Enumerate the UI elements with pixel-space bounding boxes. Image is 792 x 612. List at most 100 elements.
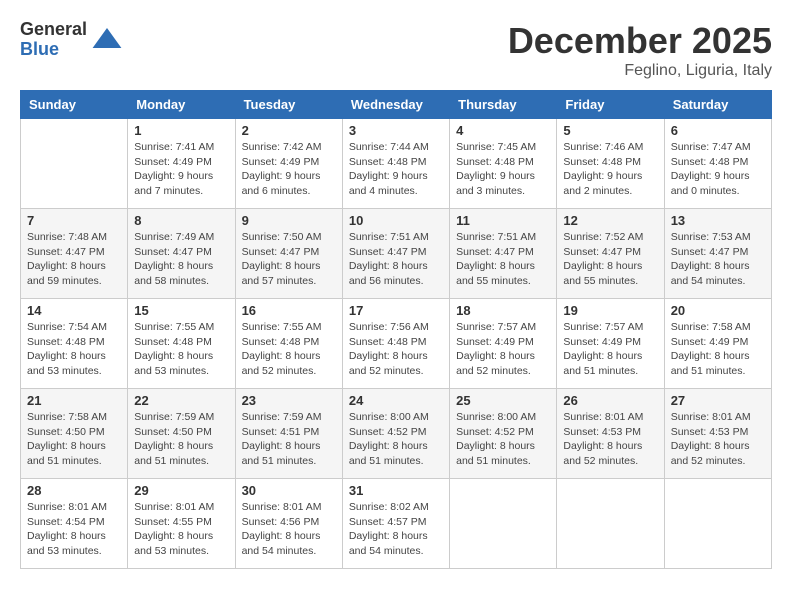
day-number: 14 [27, 303, 121, 318]
day-number: 2 [242, 123, 336, 138]
calendar-day-cell: 3 Sunrise: 7:44 AMSunset: 4:48 PMDaylight… [342, 119, 449, 209]
month-title: December 2025 [508, 20, 772, 62]
calendar-day-cell: 20 Sunrise: 7:58 AMSunset: 4:49 PMDayligh… [664, 299, 771, 389]
day-info: Sunrise: 7:56 AMSunset: 4:48 PMDaylight:… [349, 320, 443, 379]
day-info: Sunrise: 7:49 AMSunset: 4:47 PMDaylight:… [134, 230, 228, 289]
calendar-day-cell: 23 Sunrise: 7:59 AMSunset: 4:51 PMDayligh… [235, 389, 342, 479]
calendar-day-cell: 4 Sunrise: 7:45 AMSunset: 4:48 PMDaylight… [450, 119, 557, 209]
calendar-day-cell: 15Sunrise: 7:55 AMSunset: 4:48 PMDayligh… [128, 299, 235, 389]
day-info: Sunrise: 7:52 AMSunset: 4:47 PMDaylight:… [563, 230, 657, 289]
day-number: 28 [27, 483, 121, 498]
day-info: Sunrise: 7:57 AMSunset: 4:49 PMDaylight:… [456, 320, 550, 379]
calendar-day-cell: 19Sunrise: 7:57 AMSunset: 4:49 PMDayligh… [557, 299, 664, 389]
day-info: Sunrise: 7:51 AMSunset: 4:47 PMDaylight:… [349, 230, 443, 289]
calendar-day-cell: 5 Sunrise: 7:46 AMSunset: 4:48 PMDaylight… [557, 119, 664, 209]
calendar-day-cell: 7 Sunrise: 7:48 AMSunset: 4:47 PMDaylight… [21, 209, 128, 299]
calendar-day-cell: 9Sunrise: 7:50 AMSunset: 4:47 PMDaylight… [235, 209, 342, 299]
weekday-header-wednesday: Wednesday [342, 91, 449, 119]
day-number: 20 [671, 303, 765, 318]
day-number: 25 [456, 393, 550, 408]
calendar-day-cell: 21Sunrise: 7:58 AMSunset: 4:50 PMDayligh… [21, 389, 128, 479]
day-number: 13 [671, 213, 765, 228]
calendar-week-row: 21Sunrise: 7:58 AMSunset: 4:50 PMDayligh… [21, 389, 772, 479]
calendar-day-cell: 24 Sunrise: 8:00 AMSunset: 4:52 PMDayligh… [342, 389, 449, 479]
calendar-day-cell: 1Sunrise: 7:41 AMSunset: 4:49 PMDaylight… [128, 119, 235, 209]
logo-blue: Blue [20, 40, 87, 60]
day-info: Sunrise: 8:01 AMSunset: 4:54 PMDaylight:… [27, 500, 121, 559]
day-info: Sunrise: 7:44 AMSunset: 4:48 PMDaylight:… [349, 140, 443, 199]
location: Feglino, Liguria, Italy [508, 62, 772, 80]
day-info: Sunrise: 7:59 AMSunset: 4:51 PMDaylight:… [242, 410, 336, 469]
day-info: Sunrise: 7:41 AMSunset: 4:49 PMDaylight:… [134, 140, 228, 199]
day-number: 22 [134, 393, 228, 408]
calendar-day-cell: 26 Sunrise: 8:01 AMSunset: 4:53 PMDayligh… [557, 389, 664, 479]
day-info: Sunrise: 7:58 AMSunset: 4:49 PMDaylight:… [671, 320, 765, 379]
day-info: Sunrise: 7:55 AMSunset: 4:48 PMDaylight:… [134, 320, 228, 379]
day-number: 10 [349, 213, 443, 228]
calendar-week-row: 14 Sunrise: 7:54 AMSunset: 4:48 PMDayligh… [21, 299, 772, 389]
calendar-day-cell: 14 Sunrise: 7:54 AMSunset: 4:48 PMDayligh… [21, 299, 128, 389]
calendar-day-cell: 12Sunrise: 7:52 AMSunset: 4:47 PMDayligh… [557, 209, 664, 299]
calendar-day-cell: 13 Sunrise: 7:53 AMSunset: 4:47 PMDayligh… [664, 209, 771, 299]
logo-text: General Blue [20, 20, 87, 60]
day-number: 19 [563, 303, 657, 318]
day-number: 30 [242, 483, 336, 498]
day-info: Sunrise: 7:54 AMSunset: 4:48 PMDaylight:… [27, 320, 121, 379]
day-info: Sunrise: 8:00 AMSunset: 4:52 PMDaylight:… [456, 410, 550, 469]
day-info: Sunrise: 8:00 AMSunset: 4:52 PMDaylight:… [349, 410, 443, 469]
day-number: 3 [349, 123, 443, 138]
day-number: 27 [671, 393, 765, 408]
day-info: Sunrise: 7:48 AMSunset: 4:47 PMDaylight:… [27, 230, 121, 289]
weekday-header-monday: Monday [128, 91, 235, 119]
calendar-day-cell: 10 Sunrise: 7:51 AMSunset: 4:47 PMDayligh… [342, 209, 449, 299]
weekday-header-thursday: Thursday [450, 91, 557, 119]
day-number: 8 [134, 213, 228, 228]
day-number: 5 [563, 123, 657, 138]
day-number: 7 [27, 213, 121, 228]
calendar-week-row: 7 Sunrise: 7:48 AMSunset: 4:47 PMDaylight… [21, 209, 772, 299]
calendar-day-cell: 18 Sunrise: 7:57 AMSunset: 4:49 PMDayligh… [450, 299, 557, 389]
calendar-day-cell: 29Sunrise: 8:01 AMSunset: 4:55 PMDayligh… [128, 479, 235, 569]
day-number: 29 [134, 483, 228, 498]
calendar-week-row: 28 Sunrise: 8:01 AMSunset: 4:54 PMDayligh… [21, 479, 772, 569]
page-header: General Blue December 2025 Feglino, Ligu… [20, 20, 772, 80]
calendar-day-cell: 6 Sunrise: 7:47 AMSunset: 4:48 PMDaylight… [664, 119, 771, 209]
calendar-day-cell: 16Sunrise: 7:55 AMSunset: 4:48 PMDayligh… [235, 299, 342, 389]
day-number: 17 [349, 303, 443, 318]
logo-general: General [20, 20, 87, 40]
calendar-day-cell [450, 479, 557, 569]
day-info: Sunrise: 7:59 AMSunset: 4:50 PMDaylight:… [134, 410, 228, 469]
day-number: 6 [671, 123, 765, 138]
calendar-day-cell: 11Sunrise: 7:51 AMSunset: 4:47 PMDayligh… [450, 209, 557, 299]
calendar-day-cell [557, 479, 664, 569]
day-number: 18 [456, 303, 550, 318]
day-number: 24 [349, 393, 443, 408]
calendar-day-cell: 31Sunrise: 8:02 AMSunset: 4:57 PMDayligh… [342, 479, 449, 569]
day-info: Sunrise: 8:01 AMSunset: 4:53 PMDaylight:… [671, 410, 765, 469]
day-info: Sunrise: 8:01 AMSunset: 4:53 PMDaylight:… [563, 410, 657, 469]
day-number: 11 [456, 213, 550, 228]
day-info: Sunrise: 7:47 AMSunset: 4:48 PMDaylight:… [671, 140, 765, 199]
day-info: Sunrise: 7:58 AMSunset: 4:50 PMDaylight:… [27, 410, 121, 469]
weekday-header-saturday: Saturday [664, 91, 771, 119]
title-block: December 2025 Feglino, Liguria, Italy [508, 20, 772, 80]
weekday-header-row: SundayMondayTuesdayWednesdayThursdayFrid… [21, 91, 772, 119]
calendar-day-cell: 17 Sunrise: 7:56 AMSunset: 4:48 PMDayligh… [342, 299, 449, 389]
calendar-day-cell: 28 Sunrise: 8:01 AMSunset: 4:54 PMDayligh… [21, 479, 128, 569]
day-number: 23 [242, 393, 336, 408]
day-number: 4 [456, 123, 550, 138]
calendar-day-cell [21, 119, 128, 209]
calendar-day-cell: 27 Sunrise: 8:01 AMSunset: 4:53 PMDayligh… [664, 389, 771, 479]
logo: General Blue [20, 20, 123, 60]
day-info: Sunrise: 7:46 AMSunset: 4:48 PMDaylight:… [563, 140, 657, 199]
day-number: 26 [563, 393, 657, 408]
weekday-header-friday: Friday [557, 91, 664, 119]
calendar-week-row: 1Sunrise: 7:41 AMSunset: 4:49 PMDaylight… [21, 119, 772, 209]
calendar-day-cell: 25 Sunrise: 8:00 AMSunset: 4:52 PMDayligh… [450, 389, 557, 479]
day-info: Sunrise: 7:53 AMSunset: 4:47 PMDaylight:… [671, 230, 765, 289]
day-info: Sunrise: 7:45 AMSunset: 4:48 PMDaylight:… [456, 140, 550, 199]
calendar-day-cell: 22 Sunrise: 7:59 AMSunset: 4:50 PMDayligh… [128, 389, 235, 479]
day-info: Sunrise: 8:02 AMSunset: 4:57 PMDaylight:… [349, 500, 443, 559]
calendar-table: SundayMondayTuesdayWednesdayThursdayFrid… [20, 90, 772, 569]
day-info: Sunrise: 7:50 AMSunset: 4:47 PMDaylight:… [242, 230, 336, 289]
